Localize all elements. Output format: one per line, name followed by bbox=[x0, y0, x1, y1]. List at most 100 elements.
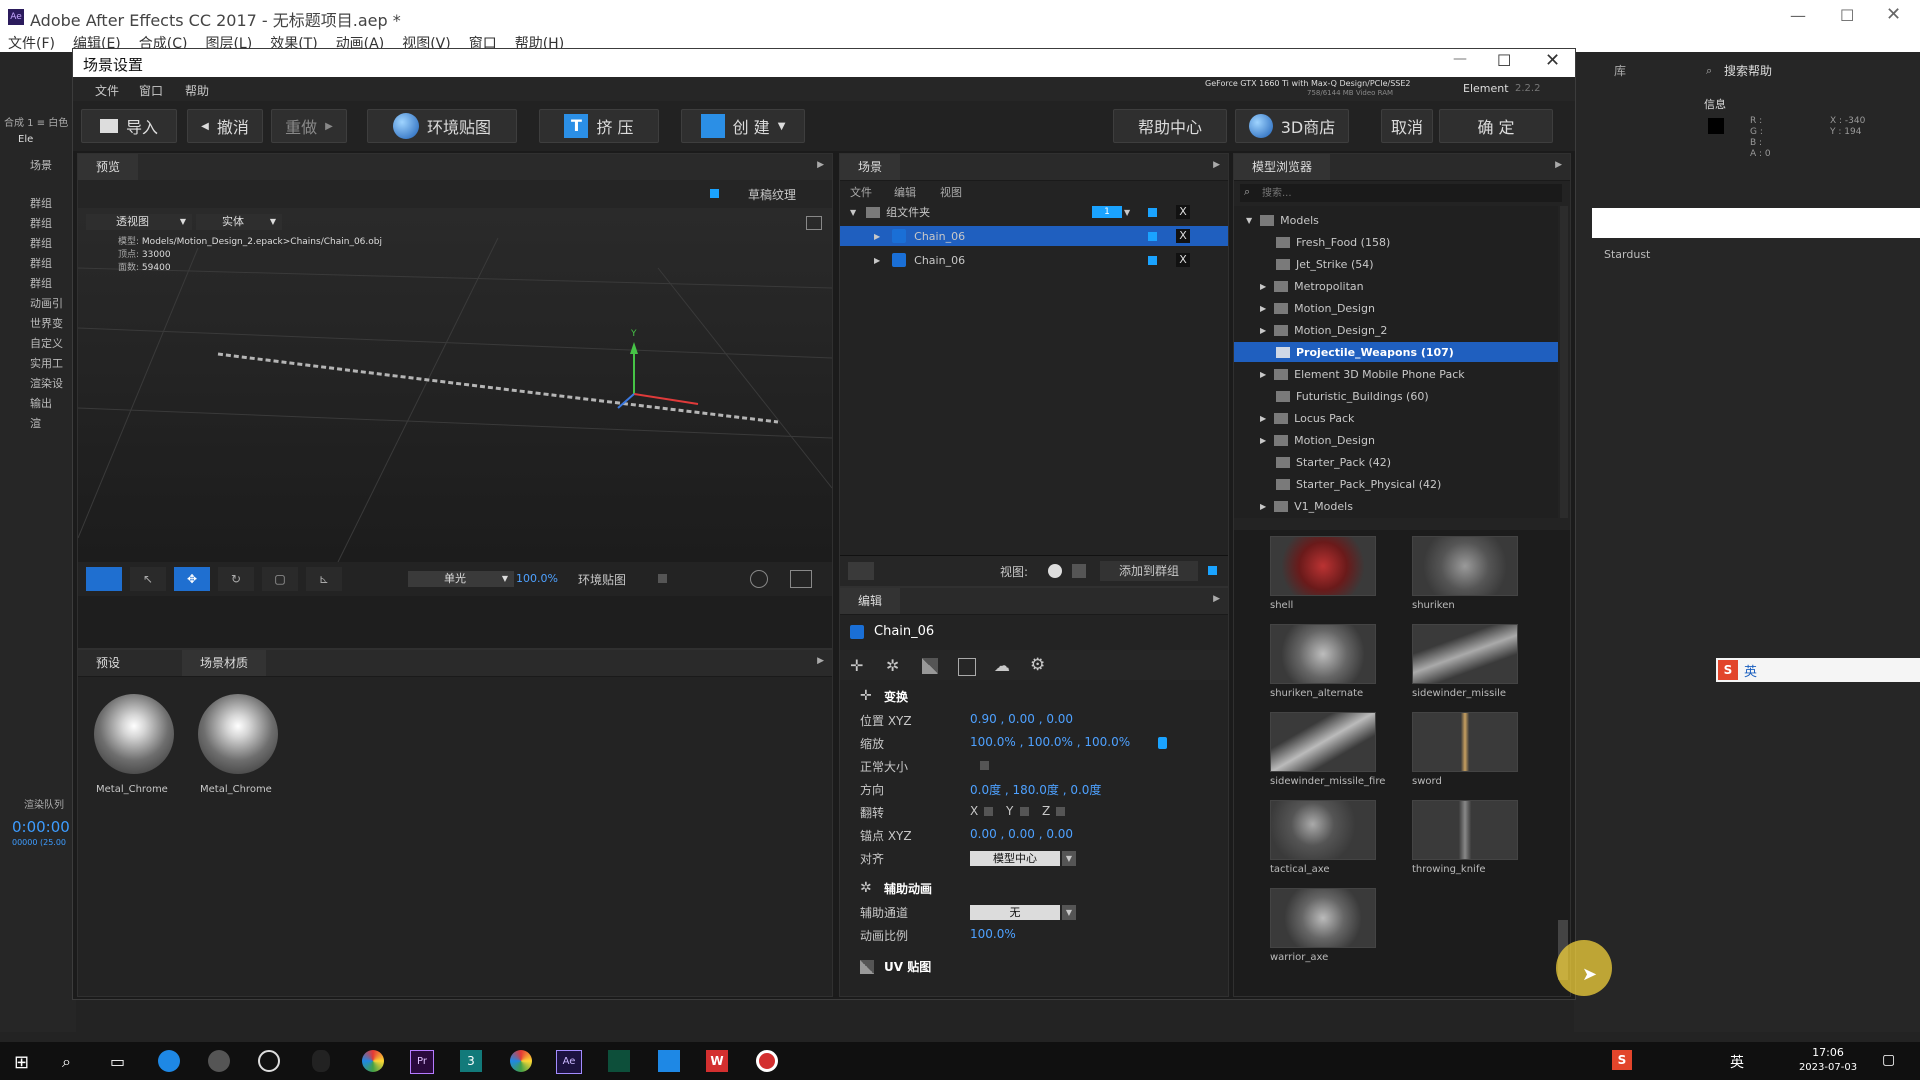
scene-item[interactable]: ▶ Chain_06 X bbox=[840, 250, 1228, 270]
ae-timecode[interactable]: 0:00:00 bbox=[12, 818, 70, 836]
ae-tree-item[interactable]: 群组 bbox=[30, 214, 63, 234]
visibility-toggle[interactable] bbox=[1148, 207, 1157, 217]
ae-tree-item[interactable]: 输出 bbox=[30, 394, 63, 414]
uv-section[interactable]: UV 贴图 bbox=[840, 958, 1228, 978]
tab-scene-materials[interactable]: 场景材质 bbox=[182, 650, 267, 676]
close-icon[interactable]: ✕ bbox=[1886, 4, 1901, 25]
folder-item[interactable]: ▶ Element 3D Mobile Phone Pack bbox=[1234, 364, 1558, 384]
tab-scene[interactable]: 场景 bbox=[840, 154, 901, 180]
ae-tree-item[interactable]: 场景 bbox=[30, 156, 63, 176]
model-thumb[interactable] bbox=[1270, 624, 1376, 684]
view-sphere-icon[interactable] bbox=[1048, 564, 1062, 578]
folder-item[interactable]: Starter_Pack_Physical (42) bbox=[1234, 474, 1558, 494]
scene-menu-file[interactable]: 文件 bbox=[850, 184, 872, 200]
cancel-button[interactable]: 取消 bbox=[1381, 109, 1433, 143]
prop-scale[interactable]: 缩放 100.0% , 100.0% , 100.0% bbox=[840, 735, 1228, 755]
dialog-close-icon[interactable]: ✕ bbox=[1545, 50, 1560, 71]
create-button[interactable]: 创 建 ▼ bbox=[681, 109, 805, 143]
ae-tree-item[interactable]: 动画引 bbox=[30, 294, 63, 314]
folder-item[interactable]: Fresh_Food (158) bbox=[1234, 232, 1558, 252]
dialog-menu-window[interactable]: 窗口 bbox=[139, 82, 163, 99]
app-icon[interactable] bbox=[658, 1050, 680, 1072]
model-thumb[interactable] bbox=[1270, 888, 1376, 948]
model-thumb[interactable] bbox=[1270, 800, 1376, 860]
flip-x-checkbox[interactable] bbox=[984, 807, 993, 816]
prop-orientation[interactable]: 方向 0.0度 , 180.0度 , 0.0度 bbox=[840, 781, 1228, 801]
ae-search-help[interactable]: 搜索帮助 bbox=[1724, 62, 1772, 79]
panel-arrow-icon[interactable]: ▶ bbox=[817, 656, 824, 666]
chevron-down-icon[interactable]: ▼ bbox=[1062, 851, 1076, 866]
prop-position[interactable]: 位置 XYZ 0.90 , 0.00 , 0.00 bbox=[840, 712, 1228, 732]
menu-file[interactable]: 文件(F) bbox=[8, 33, 55, 53]
app-icon[interactable] bbox=[608, 1050, 630, 1072]
material-sphere[interactable] bbox=[198, 694, 278, 774]
ae-tree-item[interactable]: 实用工 bbox=[30, 354, 63, 374]
add-folder-icon[interactable] bbox=[848, 562, 874, 580]
envmap-checkbox[interactable] bbox=[658, 574, 667, 583]
qq-icon[interactable] bbox=[312, 1050, 330, 1072]
delete-button[interactable]: X bbox=[1176, 253, 1190, 267]
ae-info-tab[interactable]: 信息 bbox=[1704, 96, 1726, 112]
folder-item[interactable]: ▶ Metropolitan bbox=[1234, 276, 1558, 296]
anchor-value[interactable]: 0.00 , 0.00 , 0.00 bbox=[970, 827, 1073, 841]
material-sphere[interactable] bbox=[94, 694, 174, 774]
after-effects-icon[interactable]: Ae bbox=[556, 1050, 582, 1074]
transform-section[interactable]: ✛ 变换 bbox=[840, 688, 1228, 708]
model-thumb[interactable] bbox=[1412, 800, 1518, 860]
model-thumb[interactable] bbox=[1412, 536, 1518, 596]
aux-section[interactable]: ✲ 辅助动画 bbox=[840, 880, 1228, 900]
folder-item[interactable]: Starter_Pack (42) bbox=[1234, 452, 1558, 472]
premiere-icon[interactable]: Pr bbox=[410, 1050, 434, 1074]
group-folder-row[interactable]: ▼ 组文件夹 1 ▼ X bbox=[840, 202, 1228, 222]
move-tool-icon[interactable]: ✥ bbox=[174, 567, 210, 591]
dialog-maximize-icon[interactable]: ☐ bbox=[1497, 51, 1511, 70]
model-thumb[interactable] bbox=[1270, 712, 1376, 772]
panel-arrow-icon[interactable]: ▶ bbox=[1213, 594, 1220, 604]
3d-store-button[interactable]: 3D商店 bbox=[1235, 109, 1349, 143]
anim-ratio-value[interactable]: 100.0% bbox=[970, 927, 1016, 941]
select-tool-icon[interactable]: ↖ bbox=[130, 567, 166, 591]
delete-button[interactable]: X bbox=[1176, 229, 1190, 243]
chrome-icon[interactable] bbox=[510, 1050, 532, 1072]
ae-tree-item[interactable]: 群组 bbox=[30, 254, 63, 274]
ae-stardust-tab[interactable]: Stardust bbox=[1604, 248, 1650, 261]
panel-arrow-icon[interactable]: ▶ bbox=[817, 160, 824, 170]
delete-button[interactable]: X bbox=[1176, 205, 1190, 219]
zoom-value[interactable]: 100.0% bbox=[516, 572, 558, 585]
light-dropdown[interactable]: 单光 ▼ bbox=[408, 571, 514, 587]
ime-lang[interactable]: 英 bbox=[1744, 661, 1757, 680]
target-icon[interactable] bbox=[750, 570, 768, 588]
normalize-checkbox[interactable] bbox=[980, 761, 989, 770]
ae-render-queue[interactable]: 渲染队列 bbox=[24, 796, 64, 811]
ae-tree-item[interactable]: 群组 bbox=[30, 274, 63, 294]
browser-search-input[interactable] bbox=[1260, 185, 1554, 201]
import-button[interactable]: 导入 bbox=[81, 109, 177, 143]
scale-tool-icon[interactable]: ▢ bbox=[262, 567, 298, 591]
orientation-value[interactable]: 0.0度 , 180.0度 , 0.0度 bbox=[970, 781, 1101, 798]
rotate-tool-icon[interactable]: ↻ bbox=[218, 567, 254, 591]
settings-icon[interactable]: ✲ bbox=[886, 656, 899, 675]
notification-icon[interactable]: ▢ bbox=[1882, 1052, 1895, 1068]
flip-z-checkbox[interactable] bbox=[1056, 807, 1065, 816]
view-alt-icon[interactable] bbox=[1072, 564, 1086, 578]
minimize-icon[interactable]: — bbox=[1790, 6, 1806, 25]
panel-arrow-icon[interactable]: ▶ bbox=[1213, 160, 1220, 170]
viewport[interactable]: Y 透视图 ▼ 实体 ▼ 模型: Models/Motion_Design_2.… bbox=[78, 208, 832, 562]
clock-time[interactable]: 17:06 bbox=[1798, 1046, 1858, 1059]
scene-menu-edit[interactable]: 编辑 bbox=[894, 184, 916, 200]
folder-item[interactable]: ▶ V1_Models bbox=[1234, 496, 1558, 516]
add-to-group-button[interactable]: 添加到群组 bbox=[1100, 561, 1198, 581]
ae-tree-item[interactable]: 自定义 bbox=[30, 334, 63, 354]
camera-tool-icon[interactable] bbox=[86, 567, 122, 591]
model-thumb[interactable] bbox=[1412, 712, 1518, 772]
scene-item-selected[interactable]: ▶ Chain_06 X bbox=[840, 226, 1228, 246]
visibility-toggle[interactable] bbox=[1148, 231, 1157, 241]
prop-aux-channel[interactable]: 辅助通道 无 ▼ bbox=[840, 904, 1228, 924]
dialog-menu-help[interactable]: 帮助 bbox=[185, 82, 209, 99]
app-3-icon[interactable]: 3 bbox=[460, 1050, 482, 1072]
ae-tree-item[interactable]: 渲染设 bbox=[30, 374, 63, 394]
copy-icon[interactable] bbox=[958, 658, 976, 676]
extrude-button[interactable]: T 挤 压 bbox=[539, 109, 659, 143]
redo-button[interactable]: 重做 ▶ bbox=[271, 109, 347, 143]
add-to-group-checkbox[interactable] bbox=[1208, 566, 1217, 575]
